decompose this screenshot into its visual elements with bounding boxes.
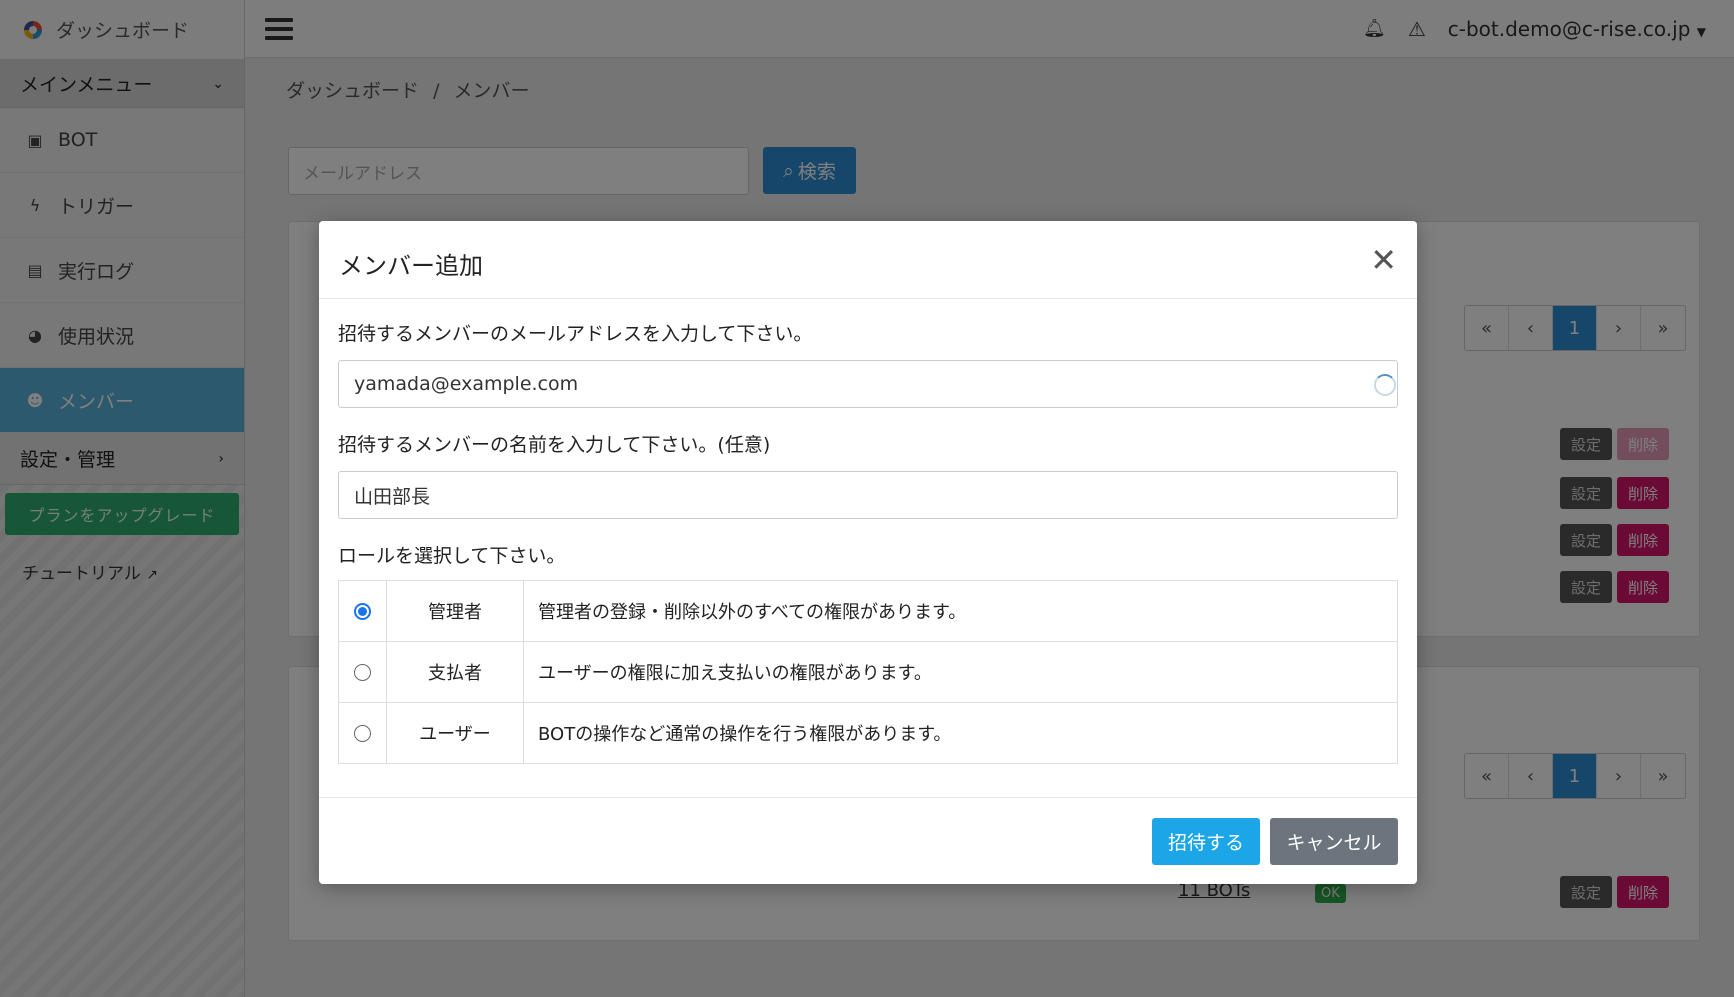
role-name: 管理者 (386, 580, 524, 642)
modal-body: 招待するメンバーのメールアドレスを入力して下さい。 yamada@example… (319, 299, 1417, 764)
role-radio-payer[interactable] (354, 664, 371, 681)
role-radio-user[interactable] (354, 725, 371, 742)
close-icon[interactable]: ✕ (1370, 244, 1397, 276)
loading-spinner-icon (1374, 374, 1396, 396)
email-field[interactable]: yamada@example.com (338, 360, 1398, 408)
name-value: 山田部長 (354, 485, 431, 508)
role-row-payer[interactable]: 支払者 ユーザーの権限に加え支払いの権限があります。 (338, 641, 1398, 703)
role-desc: ユーザーの権限に加え支払いの権限があります。 (523, 641, 1398, 703)
role-desc: 管理者の登録・削除以外のすべての権限があります。 (523, 580, 1398, 642)
role-name: ユーザー (386, 702, 524, 764)
modal-footer: 招待する キャンセル (319, 797, 1417, 884)
name-field[interactable]: 山田部長 (338, 471, 1398, 519)
add-member-modal: メンバー追加 ✕ 招待するメンバーのメールアドレスを入力して下さい。 yamad… (319, 221, 1417, 884)
role-desc: BOTの操作など通常の操作を行う権限があります。 (523, 702, 1398, 764)
role-row-admin[interactable]: 管理者 管理者の登録・削除以外のすべての権限があります。 (338, 580, 1398, 642)
role-table: 管理者 管理者の登録・削除以外のすべての権限があります。 支払者 ユーザーの権限… (338, 580, 1398, 764)
name-label: 招待するメンバーの名前を入力して下さい。(任意) (338, 434, 771, 456)
email-label: 招待するメンバーのメールアドレスを入力して下さい。 (338, 323, 813, 345)
modal-title: メンバー追加 (339, 252, 483, 280)
role-name: 支払者 (386, 641, 524, 703)
email-value: yamada@example.com (354, 373, 579, 395)
cancel-button[interactable]: キャンセル (1270, 817, 1398, 865)
invite-button[interactable]: 招待する (1152, 817, 1260, 865)
role-radio-admin[interactable] (354, 603, 371, 620)
role-label: ロールを選択して下さい。 (338, 545, 566, 567)
modal-header: メンバー追加 ✕ (319, 221, 1417, 299)
role-row-user[interactable]: ユーザー BOTの操作など通常の操作を行う権限があります。 (338, 702, 1398, 764)
